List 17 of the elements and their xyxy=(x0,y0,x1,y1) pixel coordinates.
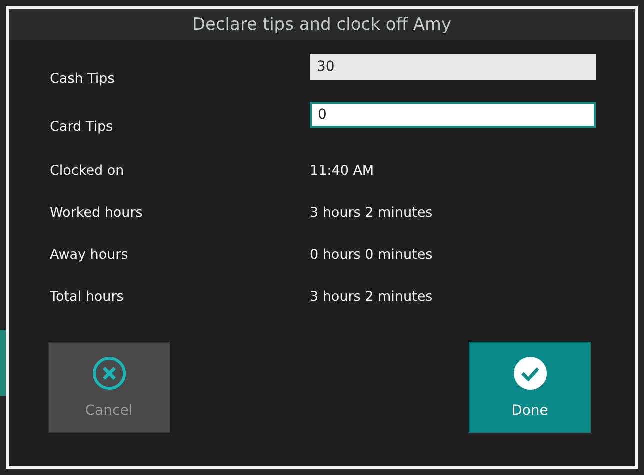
close-icon xyxy=(92,356,126,391)
detail-value: 11:40 AM xyxy=(310,163,374,179)
detail-value: 3 hours 2 minutes xyxy=(310,205,433,221)
dialog-title: Declare tips and clock off Amy xyxy=(192,14,452,34)
detail-value: 3 hours 2 minutes xyxy=(310,289,433,305)
background-tile xyxy=(0,330,6,396)
check-circle-icon xyxy=(512,356,548,391)
detail-value: 0 hours 0 minutes xyxy=(310,247,433,263)
detail-label: Total hours xyxy=(50,289,124,305)
done-button[interactable]: Done xyxy=(469,342,591,433)
field-label: Cash Tips xyxy=(50,71,115,87)
detail-label: Clocked on xyxy=(50,163,124,179)
detail-label: Worked hours xyxy=(50,205,143,221)
field-label: Card Tips xyxy=(50,119,114,135)
detail-label: Away hours xyxy=(50,247,128,263)
input-field[interactable]: 30 xyxy=(310,54,596,80)
input-field[interactable]: 0 xyxy=(310,102,596,128)
